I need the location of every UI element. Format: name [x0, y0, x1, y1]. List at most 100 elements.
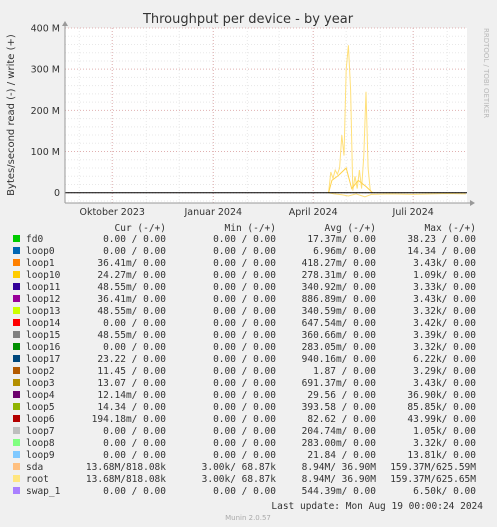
legend-value-max: 3.33k/ 0.00: [413, 282, 476, 293]
legend-value-max: 3.43k/ 0.00: [413, 258, 476, 269]
legend-label-loop12: loop12: [26, 294, 60, 305]
legend-value-cur: 0.00 / 0.00: [103, 318, 166, 329]
legend-value-min: 0.00 / 0.00: [213, 270, 276, 281]
legend-value-cur: 36.41m/ 0.00: [97, 258, 166, 269]
legend-value-min: 0.00 / 0.00: [213, 414, 276, 425]
legend-value-min: 0.00 / 0.00: [213, 450, 276, 461]
legend-value-cur: 24.27m/ 0.00: [97, 270, 166, 281]
legend-value-avg: 283.00m/ 0.00: [302, 438, 377, 449]
legend-value-min: 0.00 / 0.00: [213, 426, 276, 437]
legend-swatch-loop7: [13, 427, 20, 434]
legend-swatch-swap_1: [13, 487, 20, 494]
legend-value-avg: 283.05m/ 0.00: [302, 342, 377, 353]
legend-swatch-loop4: [13, 391, 20, 398]
plot-area: [65, 28, 467, 203]
legend-swatch-sda: [13, 463, 20, 470]
legend-value-cur: 48.55m/ 0.00: [97, 306, 166, 317]
legend-value-max: 159.37M/625.65M: [390, 474, 476, 485]
legend-value-max: 14.34 / 0.00: [407, 246, 476, 257]
y-tick-label: 100 M: [31, 147, 60, 158]
legend-value-min: 0.00 / 0.00: [213, 318, 276, 329]
legend-label-loop16: loop16: [26, 342, 61, 353]
legend-value-cur: 13.68M/818.08k: [86, 474, 166, 485]
legend-swatch-fd0: [13, 235, 20, 242]
legend-swatch-loop5: [13, 403, 20, 410]
legend-value-max: 3.43k/ 0.00: [413, 294, 476, 305]
legend-label-loop7: loop7: [26, 426, 55, 437]
legend-label-root: root: [26, 474, 49, 485]
legend-value-min: 0.00 / 0.00: [213, 294, 276, 305]
legend-value-min: 0.00 / 0.00: [213, 234, 276, 245]
legend-label-loop10: loop10: [26, 270, 61, 281]
x-tick-label: Januar 2024: [183, 207, 242, 218]
legend-value-min: 0.00 / 0.00: [213, 342, 276, 353]
legend-value-min: 0.00 / 0.00: [213, 378, 276, 389]
legend-label-loop14: loop14: [26, 318, 61, 329]
legend-value-max: 6.22k/ 0.00: [413, 354, 476, 365]
legend-swatch-loop17: [13, 355, 20, 362]
legend-value-cur: 36.41m/ 0.00: [97, 294, 166, 305]
legend-value-avg: 6.96m/ 0.00: [313, 246, 376, 257]
legend-column-header: Max (-/+): [425, 223, 476, 234]
legend-label-loop1: loop1: [26, 258, 55, 269]
legend-value-min: 0.00 / 0.00: [213, 282, 276, 293]
legend-value-avg: 647.54m/ 0.00: [302, 318, 377, 329]
legend-value-min: 0.00 / 0.00: [213, 258, 276, 269]
legend-label-loop17: loop17: [26, 354, 60, 365]
legend-value-cur: 0.00 / 0.00: [103, 450, 166, 461]
legend-value-max: 3.32k/ 0.00: [413, 306, 476, 317]
legend-value-min: 3.00k/ 68.87k: [202, 474, 277, 485]
legend-swatch-loop8: [13, 439, 20, 446]
legend-label-loop15: loop15: [26, 330, 60, 341]
legend-value-max: 3.43k/ 0.00: [413, 378, 476, 389]
legend-value-max: 85.85k/ 0.00: [407, 402, 476, 413]
x-tick-label: Oktober 2023: [79, 207, 145, 218]
legend-swatch-loop16: [13, 343, 20, 350]
legend-value-cur: 0.00 / 0.00: [103, 438, 166, 449]
legend-swatch-loop0: [13, 247, 20, 254]
legend-value-max: 6.50k/ 0.00: [413, 486, 476, 497]
legend-value-avg: 29.56 / 0.00: [307, 390, 376, 401]
legend-value-avg: 340.59m/ 0.00: [302, 306, 377, 317]
legend-value-avg: 204.74m/ 0.00: [302, 426, 377, 437]
y-axis-label: Bytes/second read (-) / write (+): [6, 34, 17, 196]
legend-value-avg: 82.62 / 0.00: [307, 414, 376, 425]
legend-label-swap_1: swap_1: [26, 486, 61, 497]
legend-value-max: 13.81k/ 0.00: [407, 450, 476, 461]
legend-value-max: 3.29k/ 0.00: [413, 366, 476, 377]
legend-value-cur: 0.00 / 0.00: [103, 246, 166, 257]
legend-swatch-loop9: [13, 451, 20, 458]
legend-value-avg: 8.94M/ 36.90M: [302, 474, 377, 485]
legend-value-avg: 393.58 / 0.00: [302, 402, 377, 413]
legend-value-max: 159.37M/625.59M: [390, 462, 476, 473]
legend-value-cur: 23.22 / 0.00: [97, 354, 166, 365]
legend-swatch-loop15: [13, 331, 20, 338]
legend-value-cur: 13.07 / 0.00: [97, 378, 166, 389]
legend-value-avg: 544.39m/ 0.00: [302, 486, 377, 497]
y-tick-label: 200 M: [31, 106, 60, 117]
legend-value-min: 0.00 / 0.00: [213, 486, 276, 497]
legend-swatch-loop12: [13, 295, 20, 302]
x-tick-label: Juli 2024: [392, 207, 434, 218]
legend-value-avg: 360.66m/ 0.00: [302, 330, 377, 341]
legend-swatch-loop2: [13, 367, 20, 374]
y-tick-label: 300 M: [31, 65, 60, 76]
munin-graph: Throughput per device - by year RRDTOOL …: [0, 0, 497, 527]
legend-column-header: Cur (-/+): [115, 223, 166, 234]
legend-label-loop2: loop2: [26, 366, 55, 377]
legend-value-cur: 0.00 / 0.00: [103, 426, 166, 437]
legend-value-max: 1.09k/ 0.00: [413, 270, 476, 281]
legend-value-cur: 13.68M/818.08k: [86, 462, 166, 473]
legend-swatch-loop1: [13, 259, 20, 266]
legend-value-cur: 48.55m/ 0.00: [97, 282, 166, 293]
legend-label-loop8: loop8: [26, 438, 55, 449]
legend-label-fd0: fd0: [26, 234, 43, 245]
legend-value-cur: 0.00 / 0.00: [103, 234, 166, 245]
legend-value-cur: 0.00 / 0.00: [103, 486, 166, 497]
legend-value-min: 0.00 / 0.00: [213, 354, 276, 365]
legend-value-min: 0.00 / 0.00: [213, 438, 276, 449]
legend-value-avg: 691.37m/ 0.00: [302, 378, 377, 389]
legend-value-min: 3.00k/ 68.87k: [202, 462, 277, 473]
legend-value-cur: 12.14m/ 0.00: [97, 390, 166, 401]
legend-column-header: Min (-/+): [225, 223, 276, 234]
